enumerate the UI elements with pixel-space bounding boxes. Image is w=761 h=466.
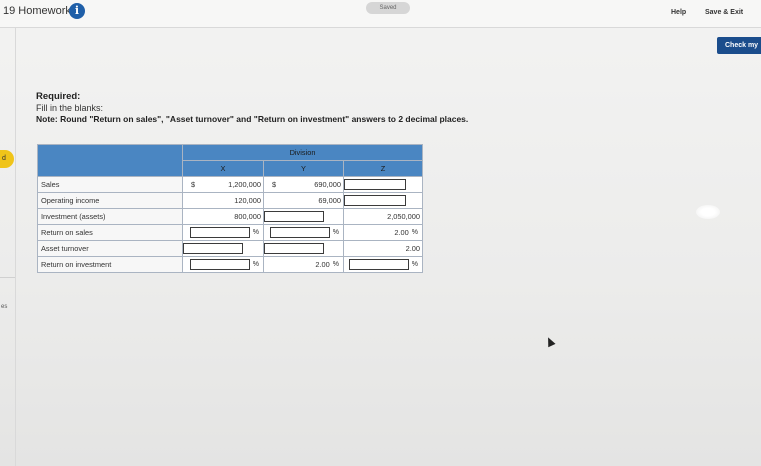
top-bar: 19 Homework i Saved Help Save & Exit <box>0 0 761 28</box>
row-label: Sales <box>37 176 183 193</box>
table-row: Return on sales % % 2.00% <box>37 224 423 241</box>
table-row: Return on investment % 2.00% % <box>37 256 423 273</box>
cell-value: 1,200,000 <box>228 180 261 189</box>
asset-turnover-x-input[interactable] <box>183 243 243 254</box>
currency-symbol: $ <box>272 180 277 189</box>
column-z-header: Z <box>343 160 423 177</box>
sales-z-cell <box>343 176 423 193</box>
rail-label: es <box>1 304 8 310</box>
percent-symbol: % <box>332 261 339 268</box>
roi-y-cell: 2.00% <box>263 256 344 273</box>
table-row: Sales $ 1,200,000 $ 690,000 <box>37 176 423 193</box>
ros-x-cell: % <box>182 224 264 241</box>
check-my-work-button[interactable]: Check my <box>717 37 761 54</box>
help-link[interactable]: Help <box>671 9 686 16</box>
division-header: Division <box>182 144 423 161</box>
cell-value: 120,000 <box>182 192 264 209</box>
at-y-cell <box>263 240 344 257</box>
cell-value: 690,000 <box>314 180 341 189</box>
cell-value: 2.00 <box>315 260 330 269</box>
asset-turnover-y-input[interactable] <box>264 243 324 254</box>
division-table: Division X Y Z Sales $ 1,200,000 $ 690,0… <box>37 144 423 273</box>
fill-instruction: Fill in the blanks: <box>36 103 104 113</box>
roi-x-cell: % <box>182 256 264 273</box>
assignment-title: 19 Homework <box>3 5 71 17</box>
header-blank <box>37 144 183 177</box>
rounding-note: Note: Round "Return on sales", "Asset tu… <box>36 114 469 124</box>
return-on-investment-z-input[interactable] <box>348 259 409 270</box>
percent-symbol: % <box>411 261 418 268</box>
save-exit-link[interactable]: Save & Exit <box>705 9 743 16</box>
ros-y-cell: % <box>263 224 344 241</box>
required-heading: Required: <box>36 91 81 102</box>
row-label: Asset turnover <box>37 240 183 257</box>
table-row: Operating income 120,000 69,000 <box>37 192 423 209</box>
investment-y-cell <box>263 208 344 225</box>
sales-x-value: $ 1,200,000 <box>182 176 264 193</box>
table-row: Investment (assets) 800,000 2,050,000 <box>37 208 423 225</box>
sales-y-value: $ 690,000 <box>263 176 344 193</box>
percent-symbol: % <box>252 261 259 268</box>
ros-z-cell: 2.00% <box>343 224 423 241</box>
screen-glare <box>696 205 720 219</box>
question-nav-badge[interactable]: d <box>0 150 14 168</box>
column-x-header: X <box>182 160 264 177</box>
info-icon[interactable]: i <box>69 3 85 19</box>
table-row: Asset turnover 2.00 <box>37 240 423 257</box>
column-y-header: Y <box>263 160 344 177</box>
cell-value: 800,000 <box>182 208 264 225</box>
operating-income-z-input[interactable] <box>344 195 406 206</box>
saved-status-badge: Saved <box>366 2 410 14</box>
percent-symbol: % <box>411 229 418 236</box>
rail-separator <box>0 277 15 278</box>
sales-z-input[interactable] <box>344 179 406 190</box>
row-label: Investment (assets) <box>37 208 183 225</box>
percent-symbol: % <box>252 229 259 236</box>
left-rail-divider <box>15 28 16 466</box>
cell-value: 69,000 <box>263 192 344 209</box>
return-on-investment-x-input[interactable] <box>189 259 250 270</box>
opinc-z-cell <box>343 192 423 209</box>
cell-value: 2.00 <box>343 240 423 257</box>
return-on-sales-x-input[interactable] <box>189 227 250 238</box>
cell-value: 2,050,000 <box>343 208 423 225</box>
return-on-sales-y-input[interactable] <box>269 227 330 238</box>
percent-symbol: % <box>332 229 339 236</box>
currency-symbol: $ <box>191 180 196 189</box>
mouse-cursor-icon <box>544 335 556 348</box>
roi-z-cell: % <box>343 256 423 273</box>
row-label: Return on sales <box>37 224 183 241</box>
cell-value: 2.00 <box>394 228 409 237</box>
row-label: Return on investment <box>37 256 183 273</box>
at-x-cell <box>182 240 264 257</box>
investment-y-input[interactable] <box>264 211 324 222</box>
row-label: Operating income <box>37 192 183 209</box>
